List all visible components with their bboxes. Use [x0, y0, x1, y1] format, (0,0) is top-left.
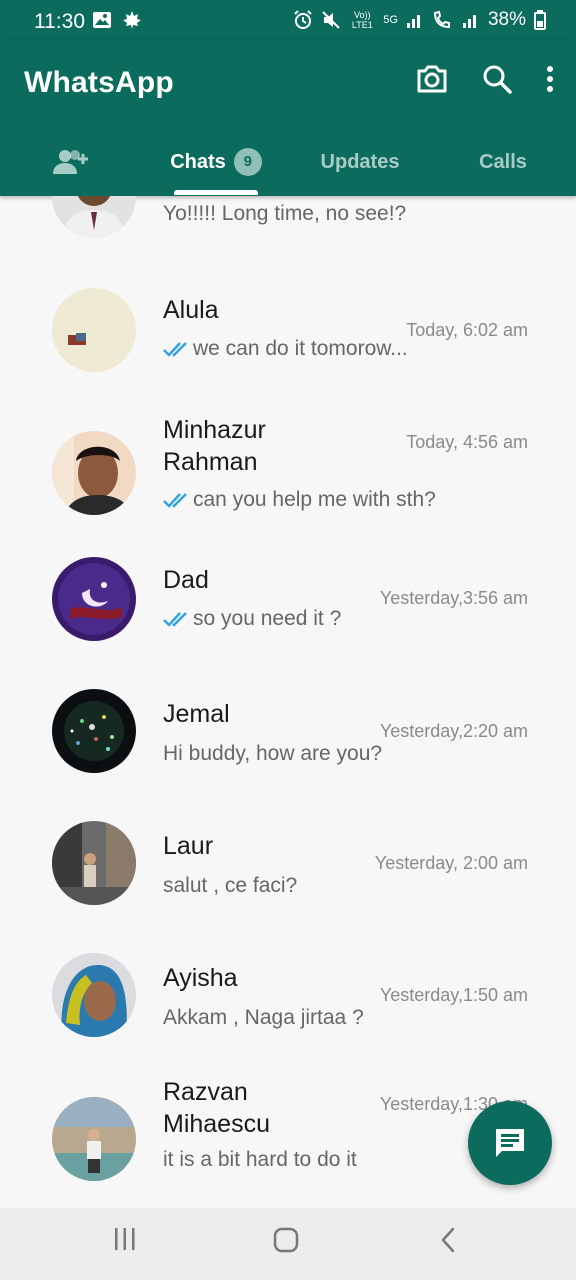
chat-row[interactable]: Jemal Yesterday,2:20 am Hi buddy, how ar… — [0, 676, 576, 808]
chat-preview: Hi buddy, how are you? — [163, 742, 383, 765]
chat-time: Yesterday,3:56 am — [379, 588, 528, 608]
recents-icon — [115, 1228, 135, 1250]
camera-icon[interactable] — [416, 64, 448, 94]
chat-preview: it is a bit hard to do it — [163, 1148, 357, 1171]
chat-row[interactable]: Dad Yesterday,3:56 am so you need it ? — [0, 546, 576, 676]
tab-indicator — [174, 190, 258, 195]
app-title: WhatsApp — [24, 66, 174, 99]
chat-preview: can you help me with sth? — [163, 488, 436, 512]
read-ticks-icon — [163, 342, 187, 357]
read-ticks-icon — [163, 612, 187, 627]
tab-bar: Chats 9 Updates Calls — [0, 128, 576, 196]
chat-preview: salut , ce faci? — [163, 874, 298, 897]
avatar[interactable] — [52, 288, 136, 372]
avatar[interactable] — [52, 821, 136, 905]
chat-time: Today, 6:02 am — [406, 320, 528, 340]
chat-name: Minhazur Rahman — [163, 416, 266, 476]
search-icon[interactable] — [482, 64, 512, 94]
tab-calls[interactable]: Calls — [450, 128, 556, 196]
chat-row[interactable]: Alula Today, 6:02 am we can do it tomoro… — [0, 256, 576, 386]
home-button[interactable] — [272, 1226, 300, 1259]
battery-icon — [534, 10, 546, 30]
avatar[interactable] — [52, 689, 136, 773]
tab-updates[interactable]: Updates — [300, 128, 420, 196]
tab-calls-label: Calls — [479, 150, 527, 173]
network-label: 5G — [383, 14, 398, 26]
recents-button[interactable] — [112, 1226, 138, 1257]
chat-time: Yesterday,1:50 am — [379, 985, 528, 1005]
chat-row[interactable]: Yo!!!!! Long time, no see!? — [0, 196, 576, 256]
chat-name: Alula — [163, 296, 219, 324]
avatar[interactable] — [52, 1097, 136, 1181]
wifi-call-icon — [433, 10, 450, 29]
signal-icon — [406, 15, 420, 28]
chat-time: Yesterday, 2:00 am — [374, 853, 528, 873]
chat-preview: Yo!!!!! Long time, no see!? — [163, 202, 407, 225]
chat-list[interactable]: Yo!!!!! Long time, no see!? Alula Today,… — [0, 196, 576, 1208]
add-community-icon — [53, 150, 88, 174]
status-bar: 11:30 Vo)) LTE1 5G 38% — [0, 0, 576, 40]
tab-updates-label: Updates — [320, 150, 400, 173]
chat-preview: so you need it ? — [163, 607, 341, 631]
chat-row[interactable]: Ayisha Yesterday,1:50 am Akkam , Naga ji… — [0, 940, 576, 1072]
avatar[interactable] — [52, 196, 136, 238]
chat-name: Jemal — [163, 700, 230, 728]
new-chat-icon — [496, 1129, 524, 1157]
chat-name: Dad — [163, 566, 209, 594]
chat-name: Laur — [163, 832, 214, 860]
home-icon — [273, 1227, 299, 1253]
tab-communities[interactable] — [30, 128, 114, 196]
tab-chats[interactable]: Chats 9 — [160, 128, 272, 196]
chat-time: Yesterday,2:20 am — [379, 721, 528, 741]
tab-chats-label: Chats — [170, 150, 226, 173]
chat-row[interactable]: Laur Yesterday, 2:00 am salut , ce faci? — [0, 808, 576, 940]
chat-preview: we can do it tomorow... — [163, 337, 408, 361]
chat-preview: Akkam , Naga jirtaa ? — [163, 1006, 364, 1029]
maple-leaf-icon — [123, 11, 141, 29]
avatar[interactable] — [52, 953, 136, 1037]
chat-time: Today, 4:56 am — [406, 432, 528, 452]
system-nav-bar — [0, 1208, 576, 1280]
unread-badge: 9 — [233, 148, 262, 176]
photo-icon — [93, 12, 111, 28]
avatar[interactable] — [52, 557, 136, 641]
back-icon — [441, 1227, 455, 1253]
alarm-icon — [294, 10, 312, 29]
mute-icon — [322, 11, 340, 29]
avatar[interactable] — [52, 431, 136, 515]
new-chat-button[interactable] — [468, 1101, 552, 1185]
app-bar: WhatsApp Chats 9 Updates Calls — [0, 40, 576, 196]
volte-label: Vo)) LTE1 — [351, 10, 373, 30]
chat-row[interactable]: Minhazur Rahman Today, 4:56 am can you h… — [0, 406, 576, 546]
read-ticks-icon — [163, 493, 187, 508]
back-button[interactable] — [438, 1226, 458, 1259]
chat-name: Razvan Mihaescu — [163, 1078, 270, 1138]
chat-name: Ayisha — [163, 964, 238, 992]
signal-icon-2 — [462, 15, 476, 28]
status-time: 11:30 — [34, 10, 85, 33]
more-vert-icon[interactable] — [546, 65, 554, 93]
battery-label: 38% — [487, 9, 526, 30]
